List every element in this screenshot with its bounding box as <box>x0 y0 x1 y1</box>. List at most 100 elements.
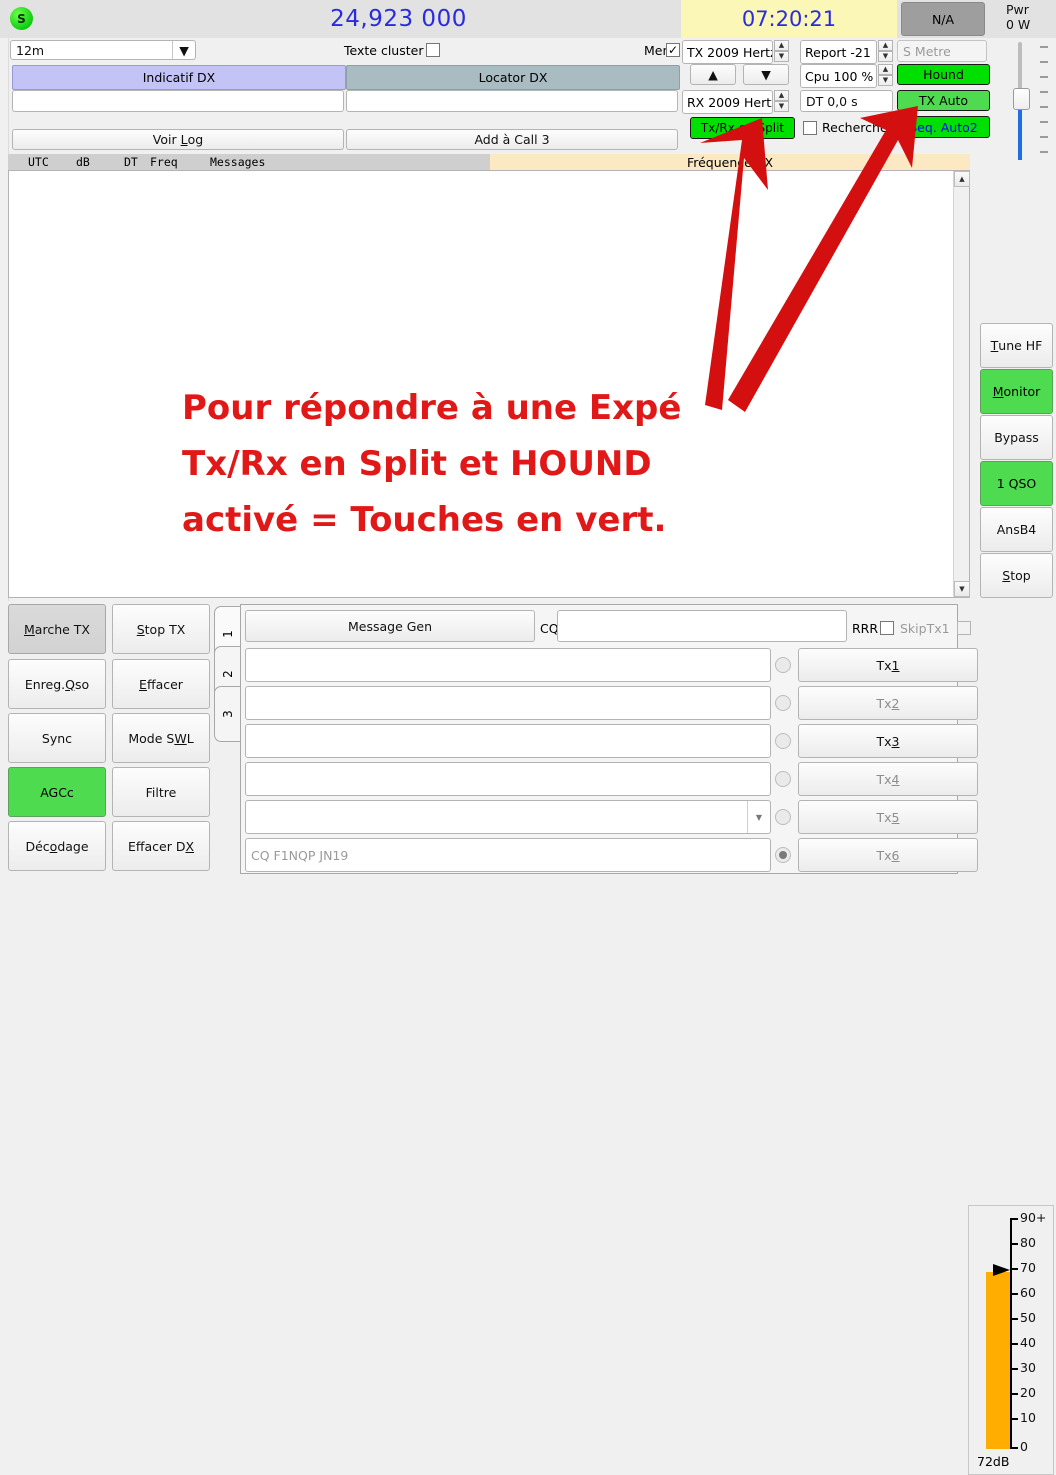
status-led-icon: S <box>10 7 33 30</box>
signal-meter-panel: 90+ 80 70 60 50 40 30 20 10 0 72dB <box>968 1205 1054 1475</box>
message-radio-5[interactable] <box>775 809 791 825</box>
tx4-button[interactable]: Tx 4 <box>798 762 978 796</box>
frequency-up-button[interactable]: ▲ <box>690 64 736 85</box>
dt-field: DT 0,0 s <box>800 90 893 112</box>
col-messages: Messages <box>210 155 266 169</box>
message-input-2[interactable] <box>245 686 771 720</box>
message-input-3[interactable] <box>245 724 771 758</box>
cpu-arrows[interactable]: ▲ ▼ <box>878 64 893 86</box>
filtre-button[interactable]: Filtre <box>112 767 210 817</box>
tune-hf-button[interactable]: Tune HF <box>980 323 1053 368</box>
scroll-down-icon[interactable]: ▼ <box>954 581 970 597</box>
message-input-6[interactable]: CQ F1NQP JN19 <box>245 838 771 872</box>
rx-frequency-column-header: Fréquence RX <box>490 154 970 170</box>
report-arrows[interactable]: ▲ ▼ <box>878 40 893 62</box>
decode-list-header: UTC dB DT Freq Messages Fréquence RX <box>8 154 970 170</box>
tx5-button[interactable]: Tx 5 <box>798 800 978 834</box>
frequency-down-button[interactable]: ▼ <box>743 64 789 85</box>
tx1-button[interactable]: Tx 1 <box>798 648 978 682</box>
tx-frequency-value: TX 2009 Hertz <box>682 40 773 64</box>
tx6-button[interactable]: Tx 6 <box>798 838 978 872</box>
message-input-4[interactable] <box>245 762 771 796</box>
s-metre-field[interactable]: S Metre <box>897 40 987 62</box>
power-slider-handle[interactable] <box>1013 88 1030 110</box>
decode-list-area[interactable]: ▲ ▼ <box>8 170 970 598</box>
skiptx1-checkbox[interactable] <box>957 621 971 635</box>
cluster-text-checkbox[interactable] <box>426 43 440 57</box>
qso-count-button[interactable]: 1 QSO <box>980 461 1053 506</box>
cq-label: CQ <box>540 621 559 636</box>
tab-3[interactable]: 3 <box>214 686 240 742</box>
dx-call-input[interactable] <box>12 90 344 112</box>
effacer-button[interactable]: Effacer <box>112 659 210 709</box>
message-input-1[interactable] <box>245 648 771 682</box>
cpu-spinbox[interactable]: Cpu 100 % ▲ ▼ <box>800 64 893 88</box>
cpu-value: Cpu 100 % <box>800 64 877 88</box>
voir-log-button[interactable]: Voir Log <box>12 129 344 150</box>
message-radio-3[interactable] <box>775 733 791 749</box>
sync-button[interactable]: Sync <box>8 713 106 763</box>
decode-list-scrollbar[interactable]: ▲ ▼ <box>953 171 970 597</box>
seq-auto2-button[interactable]: Seq. Auto2 <box>897 116 990 138</box>
tx3-button[interactable]: Tx 3 <box>798 724 978 758</box>
signal-meter-pointer-icon <box>993 1264 1010 1276</box>
application-window: S 24,923 000 07:20:21 N/A Pwr 0 W 12m ▼ … <box>0 0 1056 1475</box>
tx-rx-split-button[interactable]: Tx/Rx en Split <box>690 117 795 139</box>
tab-1-label: 1 <box>220 630 235 638</box>
band-select[interactable]: 12m ▼ <box>10 40 196 60</box>
tx-auto-button[interactable]: TX Auto <box>897 90 990 111</box>
message-radio-2[interactable] <box>775 695 791 711</box>
message-radio-4[interactable] <box>775 771 791 787</box>
skiptx1-label: SkipTx1 <box>900 621 950 636</box>
frequency-display: 24,923 000 <box>120 0 677 38</box>
recherche-checkbox[interactable] <box>803 121 817 135</box>
rx-frequency-arrows[interactable]: ▲ ▼ <box>774 90 789 112</box>
marche-tx-button[interactable]: Marche TX <box>8 604 106 654</box>
monitor-button[interactable]: Monitor <box>980 369 1053 414</box>
cq-input[interactable] <box>557 610 847 642</box>
message-radio-6[interactable] <box>775 847 791 863</box>
power-slider-track-upper <box>1018 42 1022 92</box>
effacer-dx-button[interactable]: Effacer DX <box>112 821 210 871</box>
top-bar: S 24,923 000 07:20:21 N/A Pwr 0 W <box>0 0 1056 38</box>
stop-button[interactable]: Stop <box>980 553 1053 598</box>
dx-locator-input[interactable] <box>346 90 678 112</box>
rx-frequency-spinbox[interactable]: RX 2009 Hertz ▲ ▼ <box>682 90 789 114</box>
message-gen-button[interactable]: Message Gen <box>245 610 535 642</box>
scroll-up-icon[interactable]: ▲ <box>954 171 970 187</box>
message-tab-strip: 1 2 3 <box>214 604 242 874</box>
power-label-text: Pwr <box>1006 2 1029 17</box>
add-call3-button[interactable]: Add à Call 3 <box>346 129 678 150</box>
meter-label-0: 0 <box>1020 1439 1028 1454</box>
agcc-button[interactable]: AGCc <box>8 767 106 817</box>
na-button[interactable]: N/A <box>901 2 985 36</box>
menu-checkbox[interactable]: ✓ <box>666 43 680 57</box>
decode-list-columns: UTC dB DT Freq Messages <box>8 154 490 170</box>
rx-frequency-value: RX 2009 Hertz <box>682 90 773 114</box>
tx-frequency-arrows[interactable]: ▲ ▼ <box>774 40 789 62</box>
mode-swl-button[interactable]: Mode SWL <box>112 713 210 763</box>
report-value: Report -21 <box>800 40 877 64</box>
message-radio-1[interactable] <box>775 657 791 673</box>
meter-label-30: 30 <box>1020 1360 1036 1375</box>
chevron-down-icon[interactable]: ▼ <box>747 801 770 833</box>
chevron-down-icon[interactable]: ▼ <box>172 41 195 59</box>
col-dt: DT <box>124 155 138 169</box>
tx2-button[interactable]: Tx 2 <box>798 686 978 720</box>
message-input-5[interactable]: ▼ <box>245 800 771 834</box>
tx-frequency-spinbox[interactable]: TX 2009 Hertz ▲ ▼ <box>682 40 789 64</box>
signal-meter-db-value: 72dB <box>977 1454 1010 1469</box>
decodage-button[interactable]: Déc o dage <box>8 821 106 871</box>
stop-tx-button[interactable]: Stop TX <box>112 604 210 654</box>
utc-clock: 07:20:21 <box>681 0 897 38</box>
tab-2-label: 2 <box>220 670 235 678</box>
hound-button[interactable]: Hound <box>897 64 990 85</box>
ansb4-button[interactable]: AnsB4 <box>980 507 1053 552</box>
rrr-checkbox[interactable] <box>880 621 894 635</box>
report-spinbox[interactable]: Report -21 ▲ ▼ <box>800 40 893 64</box>
power-value-text: 0 W <box>1006 17 1031 32</box>
bypass-button[interactable]: Bypass <box>980 415 1053 460</box>
enreg-qso-button[interactable]: Enreg. Qso <box>8 659 106 709</box>
meter-label-90: 90+ <box>1020 1210 1047 1225</box>
signal-meter-bar <box>986 1272 1010 1449</box>
